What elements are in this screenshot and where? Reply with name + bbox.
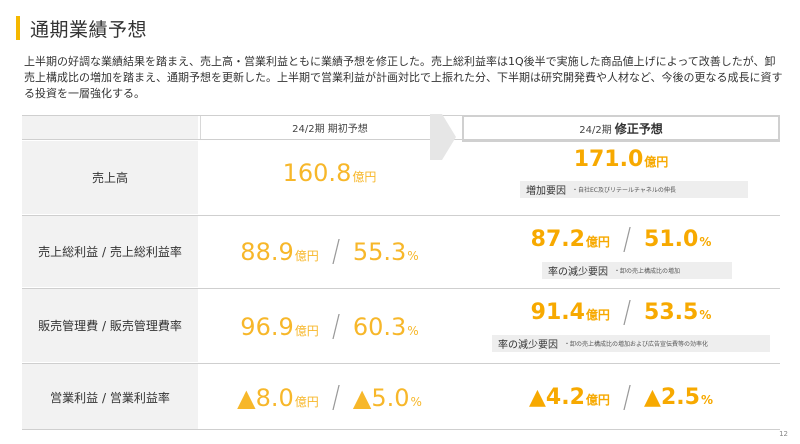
page-title: 通期業績予想 — [30, 18, 148, 41]
original-value-cell: 160.8 億円 — [200, 141, 459, 214]
page-number: 12 — [779, 430, 788, 438]
revised-value-cell: 91.4 億円 / 53.5% 率の減少要因 ・卸の売上構成比の増加および広告宣伝費… — [462, 289, 780, 362]
header-revised-forecast: 24/2期 修正予想 — [462, 115, 780, 142]
original-value: 96.9 億円 — [240, 312, 319, 341]
table-row: 売上高 160.8 億円 171.0 億円 増加要因 ・自社EC及びリテールチャネルの… — [22, 141, 780, 214]
row-label: 売上高 — [22, 141, 198, 214]
revised-value: 171.0 億円 — [573, 147, 669, 172]
revised-value: 91.4 億円 — [530, 300, 610, 325]
original-rate: 60.3% — [352, 312, 419, 341]
slash-divider: / — [622, 222, 632, 257]
revised-rate: ▲2.5% — [644, 385, 713, 410]
original-value: 160.8 億円 — [282, 159, 377, 187]
original-value: 88.9 億円 — [240, 237, 319, 266]
row-label: 売上総利益 / 売上総利益率 — [22, 216, 198, 287]
slash-divider: / — [331, 380, 340, 415]
header-revised-label: 修正予想 — [614, 122, 663, 136]
slash-divider: / — [622, 380, 632, 415]
original-value: ▲8.0 億円 — [237, 383, 319, 412]
factor-note: 率の減少要因 ・卸の売上構成比の増加 — [542, 262, 732, 279]
original-rate: 55.3% — [352, 237, 419, 266]
revised-rate: 51.0% — [644, 227, 712, 252]
chevron-right-icon — [430, 114, 456, 160]
slash-divider: / — [331, 309, 340, 344]
slash-divider: / — [331, 234, 340, 269]
revised-value: 87.2 億円 — [530, 227, 610, 252]
header-original-forecast: 24/2期 期初予想 — [200, 116, 459, 139]
table-row: 営業利益 / 営業利益率 ▲8.0 億円 / ▲5.0% ▲4.2 億円 / ▲2.… — [22, 364, 780, 430]
row-label: 販売管理費 / 販売管理費率 — [22, 289, 198, 362]
table-row: 販売管理費 / 販売管理費率 96.9 億円 / 60.3% 91.4 億円 / 5… — [22, 289, 780, 362]
table-header-row: 24/2期 期初予想 24/2期 修正予想 — [22, 115, 780, 142]
row-label: 営業利益 / 営業利益率 — [22, 364, 198, 430]
original-rate: ▲5.0% — [352, 383, 422, 412]
description-text: 上半期の好調な業績結果を踏まえ、売上高・営業利益ともに業績予想を修正した。売上総… — [24, 55, 783, 100]
revised-value: ▲4.2 億円 — [529, 385, 610, 410]
table-row: 売上総利益 / 売上総利益率 88.9 億円 / 55.3% 87.2 億円 / 5… — [22, 216, 780, 287]
header-empty-cell — [22, 116, 198, 139]
forecast-table: 24/2期 期初予想 24/2期 修正予想 売上高 160.8 億円 171.0 億… — [22, 115, 780, 430]
factor-note: 率の減少要因 ・卸の売上構成比の増加および広告宣伝費等の効率化 — [492, 335, 770, 352]
original-value-cell: ▲8.0 億円 / ▲5.0% — [200, 364, 459, 430]
title-accent-bar — [16, 16, 20, 40]
original-value-cell: 96.9 億円 / 60.3% — [200, 289, 459, 362]
revised-value-cell: 87.2 億円 / 51.0% 率の減少要因 ・卸の売上構成比の増加 — [462, 216, 780, 287]
revised-value-cell: 171.0 億円 増加要因 ・自社EC及びリテールチャネルの伸長 — [462, 141, 780, 214]
title-block: 通期業績予想 — [16, 16, 148, 41]
header-revised-prefix: 24/2期 — [579, 125, 612, 136]
factor-note: 増加要因 ・自社EC及びリテールチャネルの伸長 — [520, 181, 748, 198]
original-value-cell: 88.9 億円 / 55.3% — [200, 216, 459, 287]
revised-value-cell: ▲4.2 億円 / ▲2.5% — [462, 364, 780, 430]
revised-rate: 53.5% — [644, 300, 712, 325]
slash-divider: / — [622, 295, 632, 330]
